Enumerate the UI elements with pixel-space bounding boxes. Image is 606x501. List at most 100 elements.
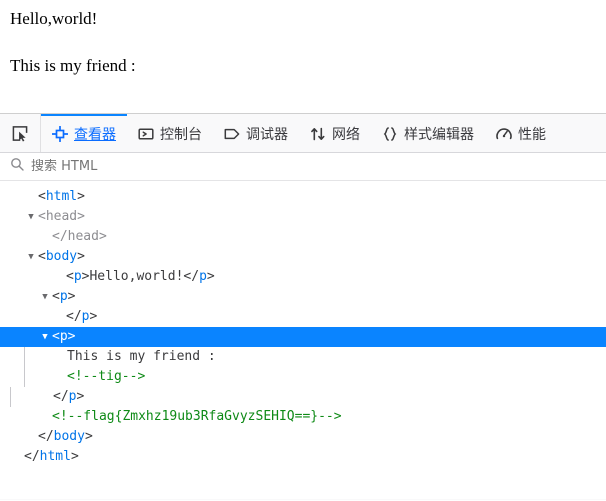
tree-twisty-icon[interactable]: ▼ [24, 207, 38, 227]
network-arrows-icon [310, 126, 326, 142]
markup-search-row[interactable] [0, 153, 606, 181]
tree-twisty-spacer: ▼ [38, 227, 52, 247]
tree-indent [24, 367, 53, 387]
tree-token-tag: p [68, 389, 77, 404]
markup-tree-row[interactable]: ▼<!--tig--> [0, 367, 606, 387]
tree-twisty-icon[interactable]: ▼ [24, 247, 38, 267]
tree-twisty-spacer: ▼ [53, 347, 67, 367]
tree-twisty-spacer: ▼ [52, 267, 66, 287]
tree-token-punct: < [52, 289, 60, 304]
markup-tree-row[interactable]: ▼<html> [0, 187, 606, 207]
tree-token-punct: </ [24, 449, 40, 464]
markup-tree-row[interactable]: ▼This is my friend : [0, 347, 606, 367]
tree-token-tag: head [45, 209, 78, 224]
tree-token-tag: html [39, 449, 71, 464]
markup-tree-row[interactable]: ▼<!--flag{Zmxhz19ub3RfaGvyzSEHIQ==}--> [0, 407, 606, 427]
tree-token-tag: body [45, 249, 78, 264]
tree-token-punct: > [81, 269, 90, 284]
tab-performance[interactable]: 性能 [485, 114, 557, 152]
tab-network-label: 网络 [332, 127, 360, 143]
tree-token-punct: > [77, 189, 85, 204]
tab-style-editor[interactable]: 样式编辑器 [371, 114, 485, 152]
rendered-page-content: Hello,world! This is my friend : [0, 0, 606, 113]
tree-token-punct: </ [183, 269, 200, 284]
tree-token-comment: <!--tig--> [67, 369, 146, 384]
tree-token-tag: body [53, 429, 85, 444]
tab-network[interactable]: 网络 [299, 114, 371, 152]
tab-inspector[interactable]: 查看器 [41, 114, 127, 152]
tab-style-editor-label: 样式编辑器 [404, 127, 474, 143]
tree-token-text: This is my friend : [67, 349, 216, 364]
tree-token-punct: </ [38, 429, 54, 444]
tree-token-comment: <!--flag{Zmxhz19ub3RfaGvyzSEHIQ==}--> [52, 409, 342, 424]
tree-twisty-spacer: ▼ [53, 367, 67, 387]
search-input[interactable] [31, 159, 596, 174]
tree-token-punct: < [52, 329, 60, 344]
markup-tree-row[interactable]: ▼</html> [0, 447, 606, 467]
markup-tree-row[interactable]: ▼ < head > [0, 207, 606, 227]
markup-tree-row[interactable]: ▼</head> [0, 227, 606, 247]
tab-debugger-label: 调试器 [246, 127, 288, 143]
devtools-toolbar: 查看器 控制台 调试器 网络 样式编辑器 性能 [0, 114, 606, 153]
tree-token-punct: < [66, 269, 74, 284]
tree-token-punct: < [38, 189, 46, 204]
markup-tree-row[interactable]: ▼</body> [0, 427, 606, 447]
tree-token-punct: > [77, 209, 85, 224]
style-braces-icon [382, 126, 398, 142]
markup-tree-row[interactable]: ▼<p>Hello,world!</p> [0, 267, 606, 287]
tree-token-tag: p [81, 309, 90, 324]
tree-token-tag: p [59, 289, 68, 304]
tree-twisty-spacer: ▼ [24, 427, 38, 447]
tree-token-punct: > [67, 289, 76, 304]
tree-token-punct: > [76, 389, 85, 404]
markup-tree-row[interactable]: ▼ < p > [0, 287, 606, 307]
element-picker-button[interactable] [0, 114, 41, 152]
markup-tree: ▼<html>▼<head>▼</head>▼<body>▼<p>Hello,w… [0, 181, 606, 499]
tree-token-punct: > [98, 229, 107, 244]
debugger-tag-icon [224, 126, 240, 142]
page-paragraph-friend: This is my friend : [10, 55, 136, 75]
markup-tree-row[interactable]: ▼</p> [0, 387, 606, 407]
tree-twisty-spacer: ▼ [38, 407, 52, 427]
devtools-tab-list: 查看器 控制台 调试器 网络 样式编辑器 性能 [41, 114, 606, 152]
page-paragraph-hello: Hello,world! [10, 9, 98, 28]
tree-token-punct: < [38, 249, 46, 264]
tree-token-punct: </ [66, 309, 82, 324]
tab-inspector-label: 查看器 [74, 127, 116, 143]
tree-token-punct: > [89, 309, 98, 324]
tree-twisty-icon[interactable]: ▼ [38, 287, 52, 307]
tree-twisty-spacer: ▼ [39, 387, 53, 407]
markup-tree-row[interactable]: ▼ < p > [0, 327, 606, 347]
tree-token-tag: head [67, 229, 99, 244]
tree-token-text: Hello,world! [89, 269, 184, 284]
tab-console-label: 控制台 [160, 127, 202, 143]
tree-token-tag: html [45, 189, 78, 204]
tree-token-punct: > [206, 269, 215, 284]
tree-twisty-spacer: ▼ [24, 187, 38, 207]
markup-tree-row[interactable]: ▼</p> [0, 307, 606, 327]
tree-token-punct: > [70, 449, 79, 464]
tree-indent [24, 347, 53, 367]
tree-token-punct: > [84, 429, 93, 444]
tree-token-punct: </ [53, 389, 69, 404]
inspector-target-icon [52, 126, 68, 142]
performance-gauge-icon [496, 126, 512, 142]
tab-console[interactable]: 控制台 [127, 114, 213, 152]
tree-token-punct: < [38, 209, 46, 224]
markup-tree-row[interactable]: ▼ < body > [0, 247, 606, 267]
tab-performance-label: 性能 [518, 127, 546, 143]
search-icon [10, 157, 24, 176]
console-prompt-icon [138, 126, 154, 142]
tree-token-punct: > [77, 249, 85, 264]
tree-twisty-icon[interactable]: ▼ [38, 327, 52, 347]
tree-indent [10, 387, 39, 407]
tree-token-tag: p [59, 329, 68, 344]
tab-debugger[interactable]: 调试器 [213, 114, 299, 152]
